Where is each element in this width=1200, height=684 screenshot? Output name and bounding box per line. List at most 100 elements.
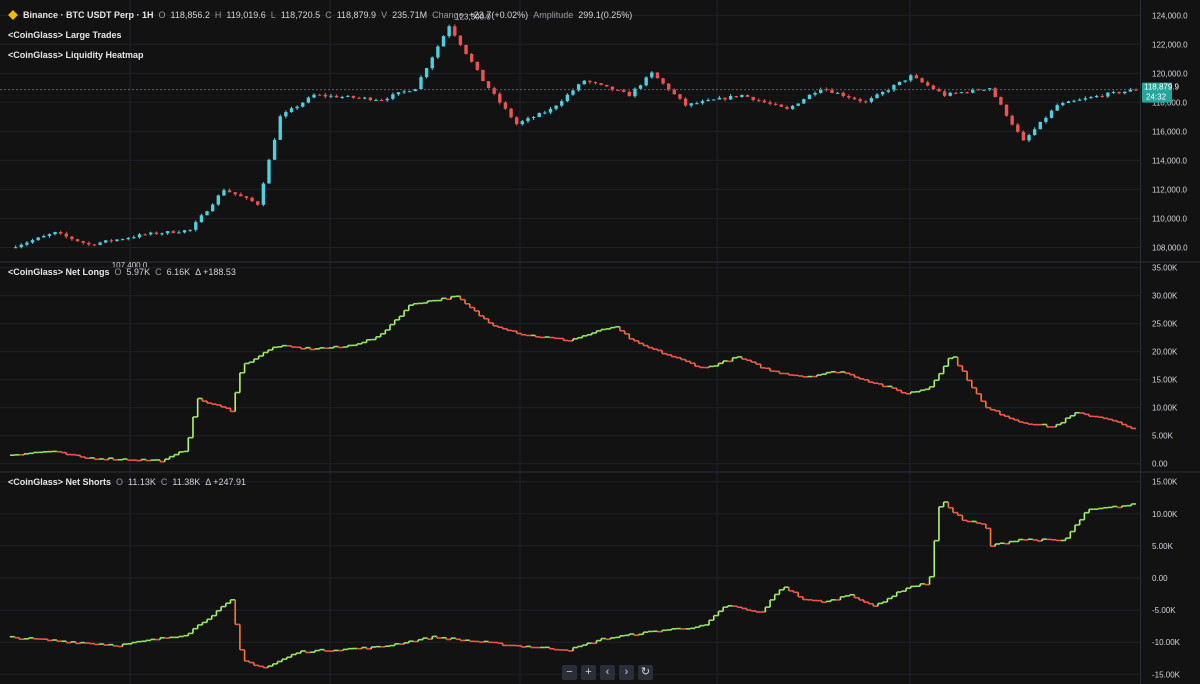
candle-body (194, 222, 198, 230)
candle-body (852, 97, 857, 100)
low-label: L (270, 10, 276, 20)
candle-body (149, 232, 153, 235)
candle-body (914, 75, 919, 79)
candle-body (436, 46, 440, 58)
net-longs-legend[interactable]: <CoinGlass> Net Longs O 5.97K C 6.16K Δ +1… (8, 267, 236, 277)
symbol-label[interactable]: Binance · BTC USDT Perp · 1H (23, 10, 154, 20)
candle-body (1083, 98, 1088, 100)
indicator-liquidity-heatmap[interactable]: <CoinGlass> Liquidity Heatmap (8, 50, 144, 60)
chart-toolbar: − + ‹ › ↻ (562, 665, 653, 680)
candle-body (306, 97, 311, 103)
y-tick-label: 5.00K (1152, 542, 1174, 551)
indicator-large-trades[interactable]: <CoinGlass> Large Trades (8, 30, 122, 40)
scroll-right-button[interactable]: › (619, 665, 634, 680)
candle-body (475, 61, 479, 70)
candle-body (1055, 105, 1059, 111)
candle-body (999, 97, 1003, 105)
candle-body (408, 91, 412, 93)
candle-body (790, 105, 795, 109)
candle-body (1016, 124, 1020, 132)
candle-body (317, 94, 322, 96)
candle-body (1117, 91, 1121, 94)
y-tick-label: 25.00K (1152, 320, 1178, 329)
candle-body (267, 159, 271, 184)
candle-body (835, 92, 840, 94)
candle-body (233, 192, 237, 195)
candle-body (210, 204, 215, 212)
candle-body (244, 196, 249, 198)
candle-body (683, 98, 688, 106)
candle-body (177, 232, 181, 234)
change-label: Change (432, 10, 464, 20)
candle-body (1044, 117, 1048, 122)
candle-body (796, 103, 800, 106)
candle-body (565, 94, 570, 102)
candle-body (802, 99, 806, 104)
candle-body (36, 237, 40, 241)
candle-body (644, 77, 648, 86)
net-shorts-delta: Δ +247.91 (205, 477, 247, 487)
net-shorts-name: <CoinGlass> Net Shorts (8, 477, 112, 487)
candle-body (1072, 100, 1076, 102)
candle-body (599, 83, 603, 85)
y-tick-label: 10.00K (1152, 404, 1178, 413)
open-label: O (158, 10, 166, 20)
y-tick-label: 5.00K (1152, 432, 1174, 441)
candle-body (588, 80, 592, 83)
candle-body (509, 108, 513, 118)
net-shorts-open: 11.13K (128, 477, 156, 487)
candle-body (1049, 110, 1054, 118)
y-tick-label: 120,000.0 (1152, 69, 1188, 78)
candle-body (548, 108, 553, 113)
candle-body (402, 91, 406, 93)
candle-body (81, 241, 85, 243)
candle-body (616, 89, 620, 91)
zoom-in-button[interactable]: + (581, 665, 596, 680)
candle-body (312, 94, 316, 98)
candle-body (374, 99, 378, 101)
candle-body (58, 232, 63, 234)
candle-body (768, 102, 772, 104)
y-tick-label: 0.00 (1152, 574, 1168, 583)
high-value: 119,019.6 (226, 10, 266, 20)
candle-body (695, 103, 699, 105)
candle-body (329, 95, 333, 97)
candle-body (841, 92, 845, 97)
y-tick-label: 108,000.0 (1152, 243, 1188, 252)
y-tick-label: 15.00K (1152, 478, 1178, 487)
candle-body (1094, 95, 1099, 98)
candle-body (909, 75, 913, 81)
reset-chart-button[interactable]: ↻ (638, 665, 653, 680)
candle-body (773, 103, 778, 105)
candle-body (261, 183, 266, 205)
candle-body (757, 100, 761, 102)
candle-body (593, 82, 598, 84)
y-tick-label: 112,000.0 (1152, 185, 1188, 194)
candle-body (278, 116, 282, 140)
candle-body (75, 239, 80, 242)
candle-body (1123, 91, 1127, 94)
candle-body (886, 90, 890, 92)
candle-body (301, 102, 305, 107)
candle-body (1038, 121, 1042, 130)
candle-body (650, 72, 654, 78)
high-label: H (214, 10, 222, 20)
chart-canvas[interactable]: 124,000.0122,000.0120,000.0118,000.0116,… (0, 0, 1200, 684)
candle-body (137, 234, 142, 238)
candle-body (1111, 91, 1116, 93)
candle-body (464, 44, 468, 54)
candle-body (847, 96, 851, 98)
amplitude-value: 299.1(0.25%) (578, 10, 633, 20)
scroll-left-button[interactable]: ‹ (600, 665, 615, 680)
candle-body (531, 117, 536, 119)
candle-body (728, 95, 733, 100)
zoom-out-button[interactable]: − (562, 665, 577, 680)
candle-body (959, 92, 964, 94)
candle-body (92, 244, 97, 246)
net-shorts-legend[interactable]: <CoinGlass> Net Shorts O 11.13K C 11.38K Δ… (8, 477, 246, 487)
volume-value: 235.71M (392, 10, 428, 20)
candle-body (560, 101, 564, 106)
candle-body (340, 96, 344, 98)
candle-body (1078, 99, 1082, 101)
candle-body (30, 240, 35, 243)
